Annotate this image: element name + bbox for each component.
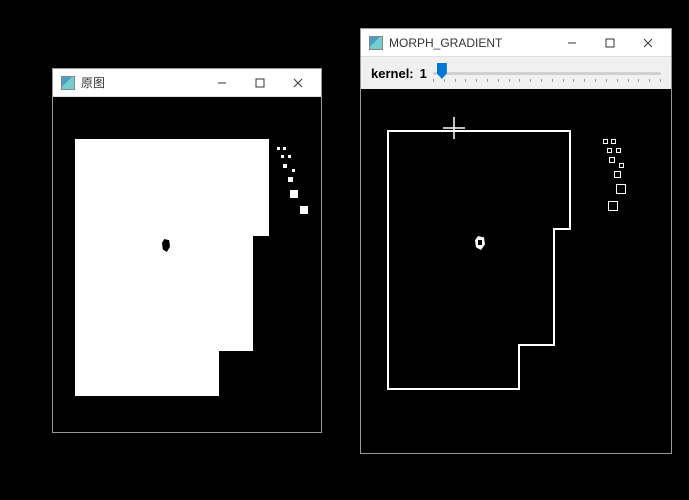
minimize-icon xyxy=(217,78,227,88)
box xyxy=(619,163,624,168)
window-title: 原图 xyxy=(81,74,203,91)
dot xyxy=(288,155,291,158)
minimize-icon xyxy=(567,38,577,48)
close-icon xyxy=(293,78,303,88)
box xyxy=(616,184,626,194)
main-region-part2 xyxy=(75,235,253,351)
titlebar[interactable]: 原图 xyxy=(53,69,321,97)
close-button[interactable] xyxy=(629,30,667,56)
dot xyxy=(288,177,293,182)
minimize-button[interactable] xyxy=(553,30,591,56)
result-canvas xyxy=(361,89,671,453)
close-button[interactable] xyxy=(279,70,317,96)
dot xyxy=(283,147,286,150)
maximize-button[interactable] xyxy=(241,70,279,96)
kernel-slider[interactable] xyxy=(433,61,661,85)
dot xyxy=(290,190,298,198)
kernel-value: 1 xyxy=(420,66,427,81)
box xyxy=(603,139,608,144)
main-region xyxy=(75,139,269,236)
dot xyxy=(281,155,284,158)
maximize-button[interactable] xyxy=(591,30,629,56)
opencv-icon xyxy=(369,36,383,50)
dot xyxy=(283,164,287,168)
box xyxy=(616,148,621,153)
image-canvas xyxy=(53,97,321,432)
box xyxy=(608,201,618,211)
opencv-icon xyxy=(61,76,75,90)
gradient-result-window: MORPH_GRADIENT kernel: 1 xyxy=(360,28,672,454)
close-icon xyxy=(643,38,653,48)
slider-ticks xyxy=(433,79,661,83)
kernel-toolbar: kernel: 1 xyxy=(361,57,671,89)
box xyxy=(609,157,615,163)
kernel-label: kernel: xyxy=(371,66,414,81)
main-region-part3 xyxy=(75,350,219,396)
window-title: MORPH_GRADIENT xyxy=(389,36,553,50)
slider-track xyxy=(433,72,661,75)
dot xyxy=(300,206,308,214)
minimize-button[interactable] xyxy=(203,70,241,96)
box xyxy=(607,148,612,153)
titlebar[interactable]: MORPH_GRADIENT xyxy=(361,29,671,57)
dot xyxy=(277,147,280,150)
gradient-outline xyxy=(361,89,671,453)
dot xyxy=(292,169,295,172)
maximize-icon xyxy=(605,38,615,48)
original-image-window: 原图 xyxy=(52,68,322,433)
window-controls xyxy=(553,30,667,56)
inner-mark-hole xyxy=(478,240,482,245)
maximize-icon xyxy=(255,78,265,88)
window-controls xyxy=(203,70,317,96)
box xyxy=(611,139,616,144)
box xyxy=(614,171,621,178)
slider-thumb[interactable] xyxy=(437,63,447,79)
